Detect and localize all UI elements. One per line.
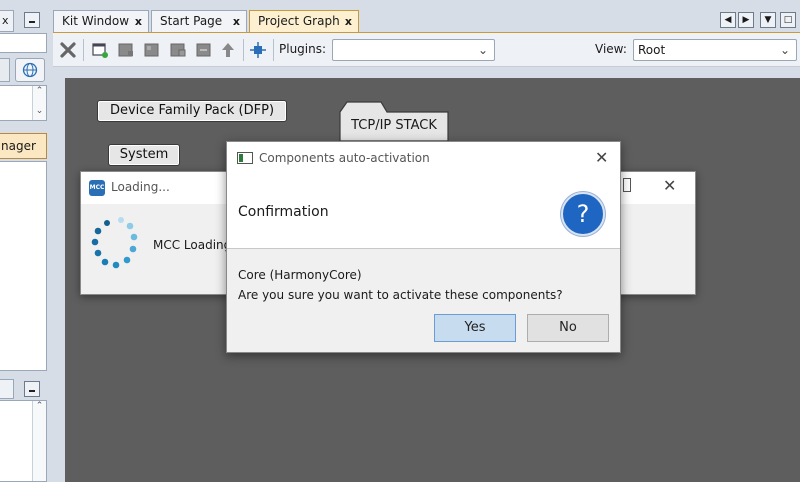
left-panel-tab-2[interactable] [0,379,14,399]
dialog-title: Components auto-activation [259,151,430,165]
left-panel-field[interactable] [0,33,47,53]
tab-start-page[interactable]: Start Page x [151,10,247,32]
scroll-tabs-left-icon[interactable]: ◀ [720,12,736,28]
question-icon: ? [561,192,605,236]
chevron-down-icon: ⌄ [477,43,488,57]
tab-label: Kit Window [62,14,130,28]
view-label: View: [595,42,627,56]
components-auto-activation-dialog: Components auto-activation ✕ Confirmatio… [226,141,621,353]
graph-node-tcpip[interactable]: TCP/IP STACK [339,100,449,142]
plugins-label: Plugins: [279,42,327,56]
left-panel-tree-scrollbar[interactable]: ⌃ [32,401,46,481]
dialog-titlebar: Components auto-activation ✕ [227,142,620,174]
graph-toolbar: Plugins: ⌄ View: Root ⌄ [53,32,800,67]
graph-node-system[interactable]: System [108,144,180,166]
graph-node-dfp[interactable]: Device Family Pack (DFP) [97,100,287,122]
close-icon[interactable]: ✕ [663,176,676,195]
view-value: Root [638,43,666,57]
component-add-icon[interactable] [143,41,161,59]
tab-list-dropdown-icon[interactable]: ▼ [760,12,776,28]
arrow-up-icon[interactable] [219,41,237,59]
left-panel: x ⌃ ⌄ nager ⌃ [0,0,50,482]
tab-kit-window[interactable]: Kit Window x [53,10,149,32]
component-copy-icon[interactable] [169,41,187,59]
left-panel-scrollbar[interactable]: ⌃ ⌄ [32,86,46,120]
left-panel-content [0,161,47,371]
window-icon [237,152,253,164]
plugins-dropdown[interactable]: ⌄ [332,39,495,61]
loading-window-title: Loading... [111,180,170,194]
component-icon[interactable] [117,41,135,59]
globe-icon[interactable] [15,58,45,82]
component-move-icon[interactable] [195,41,213,59]
pin-table-icon[interactable] [249,41,267,59]
question-mark: ? [576,200,590,228]
left-panel-selected-item[interactable]: nager [0,133,47,159]
component-name: Core (HarmonyCore) [238,268,362,282]
close-icon[interactable]: x [233,11,240,32]
no-button[interactable]: No [527,314,609,342]
left-panel-list[interactable]: ⌃ ⌄ [0,85,47,121]
tab-label: Start Page [160,14,223,28]
mcc-logo-icon: MCC [89,180,105,196]
loading-message: MCC Loading [153,238,232,252]
yes-button[interactable]: Yes [434,314,516,342]
maximize-icon[interactable] [623,178,631,192]
maximize-window-icon[interactable]: □ [780,12,796,28]
left-panel-dropdown[interactable] [0,58,10,82]
chevron-down-icon: ⌄ [779,43,790,57]
loading-spinner-icon [91,217,138,269]
dialog-heading: Confirmation [238,204,329,220]
graph-node-tcpip-label: TCP/IP STACK [351,118,437,133]
tab-label: Project Graph [258,14,340,28]
tab-project-graph[interactable]: Project Graph x [249,10,359,32]
left-panel-minimize-button[interactable] [24,12,40,28]
left-panel-minimize-button-2[interactable] [24,381,40,397]
left-panel-tree: ⌃ [0,400,47,482]
close-icon[interactable]: ✕ [595,148,608,167]
scroll-tabs-right-icon[interactable]: ▶ [738,12,754,28]
remove-icon[interactable] [59,41,77,59]
confirmation-question: Are you sure you want to activate these … [238,288,563,302]
close-icon[interactable]: x [135,11,142,32]
editor-tab-bar: Kit Window x Start Page x Project Graph … [53,10,800,32]
left-panel-tab-close[interactable]: x [0,10,14,32]
view-dropdown[interactable]: Root ⌄ [633,39,797,61]
dialog-header: Confirmation ? [227,174,620,249]
close-icon[interactable]: x [345,11,352,32]
new-window-icon[interactable] [91,41,109,59]
